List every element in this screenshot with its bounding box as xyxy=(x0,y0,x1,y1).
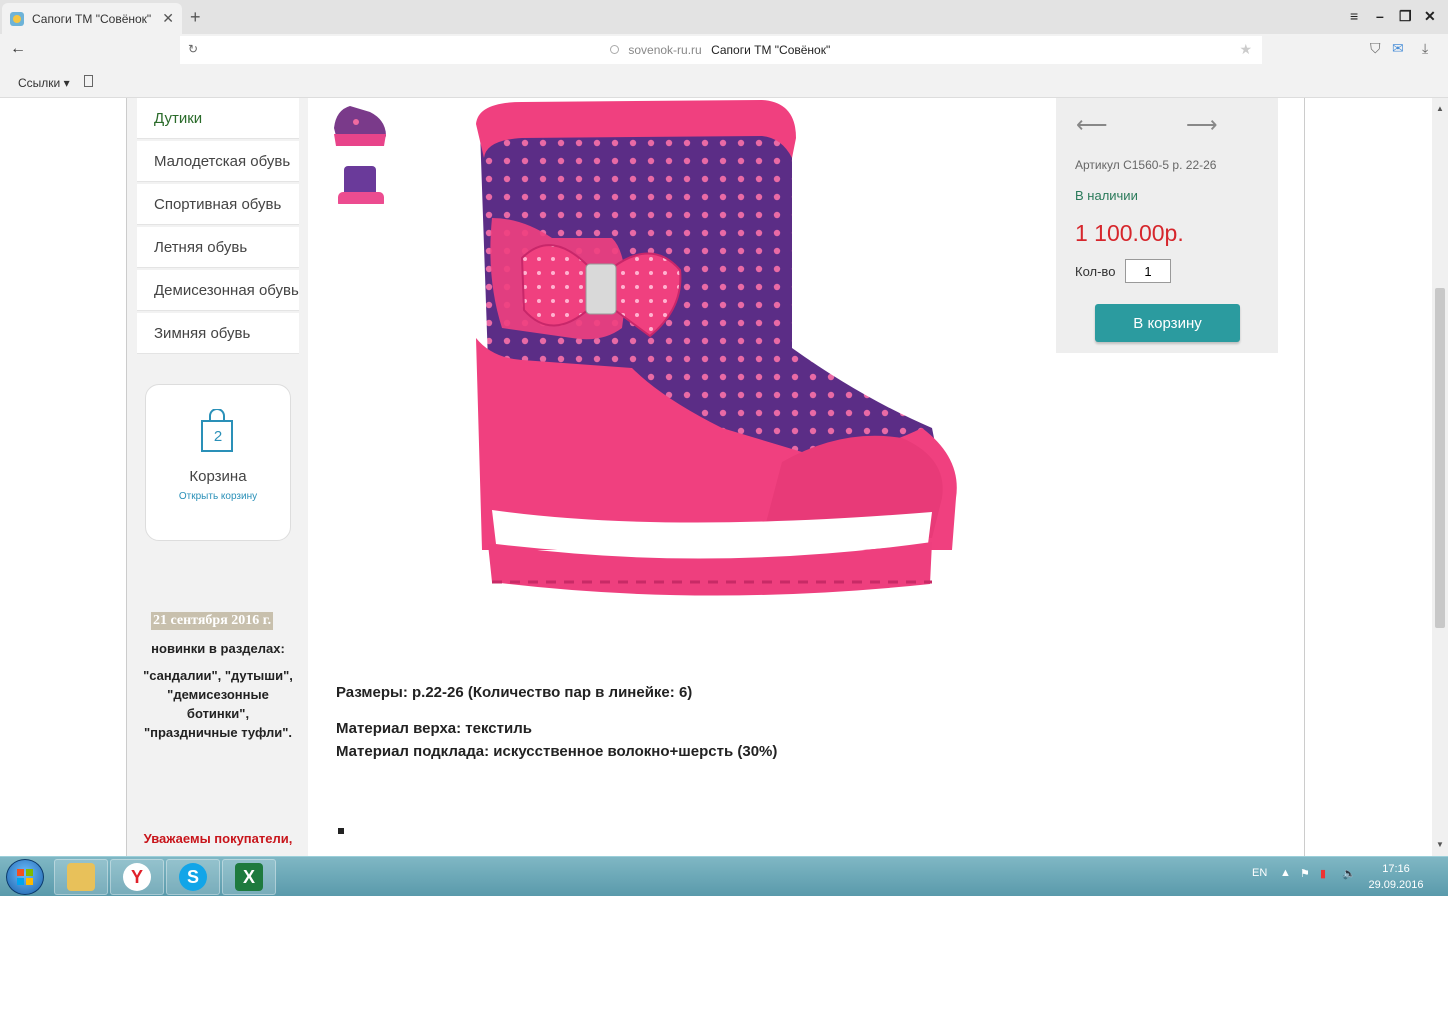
back-arrow-icon[interactable]: ← xyxy=(10,40,26,58)
folder-icon xyxy=(67,863,95,891)
show-hidden-icons[interactable]: ▲ xyxy=(1280,867,1291,879)
cart-title: Корзина xyxy=(189,468,247,485)
minimize-icon[interactable]: – xyxy=(1376,8,1384,24)
news-date: 21 сентября 2016 г. xyxy=(151,612,274,630)
add-to-cart-button[interactable]: В корзину xyxy=(1095,304,1240,342)
bookmarks-links-menu[interactable]: Ссылки ▾ xyxy=(18,76,70,90)
product-sizes: Размеры: р.22-26 (Количество пар в линей… xyxy=(336,684,693,701)
news-text: "праздничные туфли". xyxy=(143,725,293,740)
product-material-lining: Материал подклада: искусственное волокно… xyxy=(336,743,778,760)
restore-icon[interactable]: ❐ xyxy=(1399,8,1412,25)
download-icon[interactable]: ⤓ xyxy=(1422,40,1428,57)
taskbar-file-explorer[interactable] xyxy=(54,859,108,895)
next-arrow-icon[interactable]: ⟶ xyxy=(1186,112,1218,138)
browser-tab[interactable]: Сапоги ТМ "Совёнок" ✕ xyxy=(2,3,182,34)
cart-count: 2 xyxy=(213,428,223,445)
action-center-flag-icon[interactable]: ⚑ xyxy=(1300,867,1310,880)
menu-icon[interactable]: ≡ xyxy=(1350,8,1358,24)
mail-icon[interactable]: ✉ xyxy=(1392,40,1404,57)
news-text: "сандалии", "дутыши", xyxy=(143,668,293,683)
menu-item-winter-shoes[interactable]: Зимняя обувь xyxy=(137,313,299,354)
volume-icon[interactable]: 🔈 xyxy=(1342,867,1356,880)
windows-taskbar: Y S X EN ▲ ⚑ ▮ 🔈 17:16 29.09.2016 xyxy=(0,856,1448,896)
product-material-top: Материал верха: текстиль xyxy=(336,720,532,737)
browser-tab-bar: Сапоги ТМ "Совёнок" ✕ + ≡ – ❐ ✕ xyxy=(0,0,1448,34)
document-icon[interactable] xyxy=(84,75,93,87)
bookmark-star-icon[interactable]: ★ xyxy=(1239,41,1252,58)
scroll-down-icon[interactable]: ▼ xyxy=(1436,840,1444,849)
screen: Сапоги ТМ "Совёнок" ✕ + ≡ – ❐ ✕ ← ↻ sove… xyxy=(0,0,1448,1024)
language-indicator[interactable]: EN xyxy=(1252,867,1267,879)
new-tab-button[interactable]: + xyxy=(190,7,201,28)
url-text: sovenok-ru.ru Сапоги ТМ "Совёнок" xyxy=(610,43,830,57)
blank-area xyxy=(0,896,1448,1024)
url-page-title: Сапоги ТМ "Совёнок" xyxy=(711,43,831,57)
list-bullet xyxy=(338,828,344,834)
news-text: "демисезонные xyxy=(167,687,269,702)
clock-date: 29.09.2016 xyxy=(1368,879,1424,891)
cart-widget[interactable]: 2 Корзина Открыть корзину xyxy=(145,384,291,541)
address-field[interactable]: ↻ sovenok-ru.ru Сапоги ТМ "Совёнок" ★ xyxy=(180,36,1262,64)
scrollbar-thumb[interactable] xyxy=(1435,288,1445,628)
taskbar-skype[interactable]: S xyxy=(166,859,220,895)
yandex-icon: Y xyxy=(123,863,151,891)
news-text: ботинки", xyxy=(186,706,250,721)
buy-box: ⟵ ⟶ Артикул С1560-5 р. 22-26 В наличии 1… xyxy=(1056,98,1278,353)
product-thumbnail-1[interactable] xyxy=(330,98,390,150)
menu-item-summer-shoes[interactable]: Летняя обувь xyxy=(137,227,299,268)
news-text: новинки в разделах: xyxy=(151,641,285,656)
quantity-label: Кол-во xyxy=(1075,264,1116,279)
url-domain: sovenok-ru.ru xyxy=(628,43,702,57)
availability-status: В наличии xyxy=(1075,188,1138,203)
skype-icon: S xyxy=(179,863,207,891)
battery-icon[interactable]: ▮ xyxy=(1320,867,1326,880)
system-clock[interactable]: 17:16 29.09.2016 xyxy=(1366,861,1426,893)
product-price: 1 100.00р. xyxy=(1075,220,1184,246)
reload-icon[interactable]: ↻ xyxy=(188,42,198,56)
notice-text: Уважаемы покупатели, xyxy=(143,831,293,846)
tab-close-icon[interactable]: ✕ xyxy=(162,10,174,27)
menu-item-sport-shoes[interactable]: Спортивная обувь xyxy=(137,184,299,225)
excel-icon: X xyxy=(235,863,263,891)
protect-shield-icon[interactable]: ⛉ xyxy=(1370,40,1381,57)
product-main-image[interactable] xyxy=(462,98,962,604)
open-cart-link[interactable]: Открыть корзину xyxy=(146,491,290,502)
quantity-input[interactable]: 1 xyxy=(1125,259,1171,283)
left-sidebar: Дутики Малодетская обувь Спортивная обув… xyxy=(126,98,308,856)
bookmarks-bar: Ссылки ▾ xyxy=(0,66,1448,98)
tab-title: Сапоги ТМ "Совёнок" xyxy=(32,11,152,26)
windows-logo-icon xyxy=(17,869,33,885)
site-info-icon[interactable] xyxy=(610,45,619,54)
product-thumbnail-2[interactable] xyxy=(330,162,390,214)
menu-item-toddler-shoes[interactable]: Малодетская обувь xyxy=(137,141,299,182)
close-window-icon[interactable]: ✕ xyxy=(1424,8,1436,25)
site-favicon-icon xyxy=(10,11,24,26)
prev-arrow-icon[interactable]: ⟵ xyxy=(1076,112,1108,138)
menu-item-demiseason-shoes[interactable]: Демисезонная обувь xyxy=(137,270,299,311)
page-scrollbar[interactable]: ▲ ▼ xyxy=(1432,98,1448,856)
start-button[interactable] xyxy=(6,859,44,895)
article-number: Артикул С1560-5 р. 22-26 xyxy=(1075,158,1217,172)
taskbar-yandex-browser[interactable]: Y xyxy=(110,859,164,895)
taskbar-excel[interactable]: X xyxy=(222,859,276,895)
page-viewport: Дутики Малодетская обувь Спортивная обув… xyxy=(0,98,1448,856)
content-border xyxy=(1304,98,1305,856)
clock-time: 17:16 xyxy=(1382,863,1410,875)
menu-item-dutiki[interactable]: Дутики xyxy=(137,98,299,139)
address-bar-row: ← ↻ sovenok-ru.ru Сапоги ТМ "Совёнок" ★ … xyxy=(0,34,1448,66)
scroll-up-icon[interactable]: ▲ xyxy=(1436,104,1444,113)
